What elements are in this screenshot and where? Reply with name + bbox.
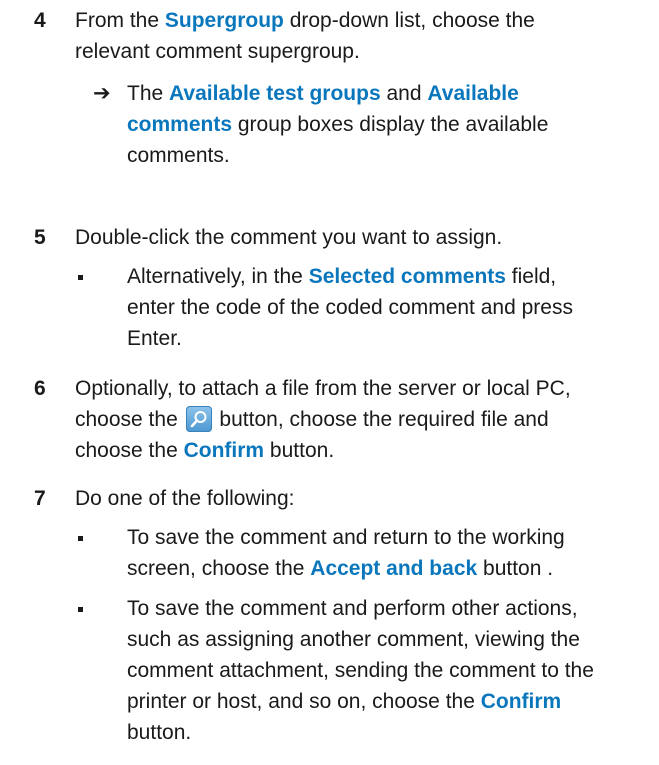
- keyword-confirm: Confirm: [183, 439, 265, 462]
- option-line: button.: [127, 721, 192, 744]
- step-line: From the Supergroup drop-down list, choo…: [75, 5, 635, 36]
- text: From the: [75, 9, 165, 32]
- step-line: Double-click the comment you want to ass…: [75, 226, 503, 249]
- result-line: comments.: [127, 144, 230, 167]
- step-line: choose the button, choose the required f…: [75, 404, 635, 435]
- result-arrow-icon: ➔: [93, 82, 111, 105]
- text: choose the: [75, 439, 184, 462]
- alternative-text: Alternatively, in the Selected comments …: [127, 261, 637, 354]
- keyword-accept-and-back: Accept and back: [310, 557, 478, 580]
- text: and: [380, 82, 428, 105]
- step-text: Optionally, to attach a file from the se…: [75, 373, 635, 466]
- option-line: screen, choose the Accept and back butto…: [127, 553, 637, 584]
- text: field,: [505, 265, 557, 288]
- text: drop-down list, choose the: [283, 9, 535, 32]
- result-line: comments group boxes display the availab…: [127, 109, 637, 140]
- text: Alternatively, in the: [127, 265, 309, 288]
- bullet-icon: [78, 536, 83, 541]
- option-line: To save the comment and perform other ac…: [127, 597, 578, 620]
- alt-line: enter the code of the coded comment and …: [127, 296, 573, 319]
- keyword-available-test-groups: Available test groups: [169, 82, 381, 105]
- keyword-supergroup: Supergroup: [164, 9, 284, 32]
- step-number: 6: [34, 377, 46, 400]
- step-text: From the Supergroup drop-down list, choo…: [75, 5, 635, 67]
- step-number: 7: [34, 487, 46, 510]
- alt-line: Enter.: [127, 327, 182, 350]
- option-line: printer or host, and so on, choose the C…: [127, 686, 637, 717]
- alt-line: Alternatively, in the Selected comments …: [127, 261, 637, 292]
- keyword-selected-comments: Selected comments: [308, 265, 506, 288]
- step-line: Optionally, to attach a file from the se…: [75, 377, 571, 400]
- step-line: choose the Confirm button.: [75, 435, 635, 466]
- keyword-confirm: Confirm: [480, 690, 562, 713]
- text: button .: [477, 557, 554, 580]
- text: button, choose the required file and: [213, 408, 549, 431]
- step-line: relevant comment supergroup.: [75, 40, 360, 63]
- text: printer or host, and so on, choose the: [127, 690, 481, 713]
- step-number: 4: [34, 9, 46, 32]
- keyword-comments: comments: [127, 113, 233, 136]
- search-icon: [185, 406, 212, 432]
- step-number: 5: [34, 226, 46, 249]
- step-line: Do one of the following:: [75, 487, 295, 510]
- result-text: The Available test groups and Available …: [127, 78, 637, 171]
- bullet-icon: [78, 275, 83, 280]
- bullet-icon: [78, 607, 83, 612]
- option-line: To save the comment and return to the wo…: [127, 526, 565, 549]
- option-line: such as assigning another comment, viewi…: [127, 628, 580, 651]
- option-text: To save the comment and perform other ac…: [127, 593, 637, 748]
- step-text: Do one of the following:: [75, 483, 635, 514]
- step-text: Double-click the comment you want to ass…: [75, 222, 635, 253]
- text: screen, choose the: [127, 557, 311, 580]
- keyword-available: Available: [427, 82, 519, 105]
- text: button.: [264, 439, 335, 462]
- result-line: The Available test groups and Available: [127, 78, 637, 109]
- option-text: To save the comment and return to the wo…: [127, 522, 637, 584]
- text: group boxes display the available: [232, 113, 549, 136]
- option-line: comment attachment, sending the comment …: [127, 659, 594, 682]
- text: choose the: [75, 408, 184, 431]
- text: The: [127, 82, 170, 105]
